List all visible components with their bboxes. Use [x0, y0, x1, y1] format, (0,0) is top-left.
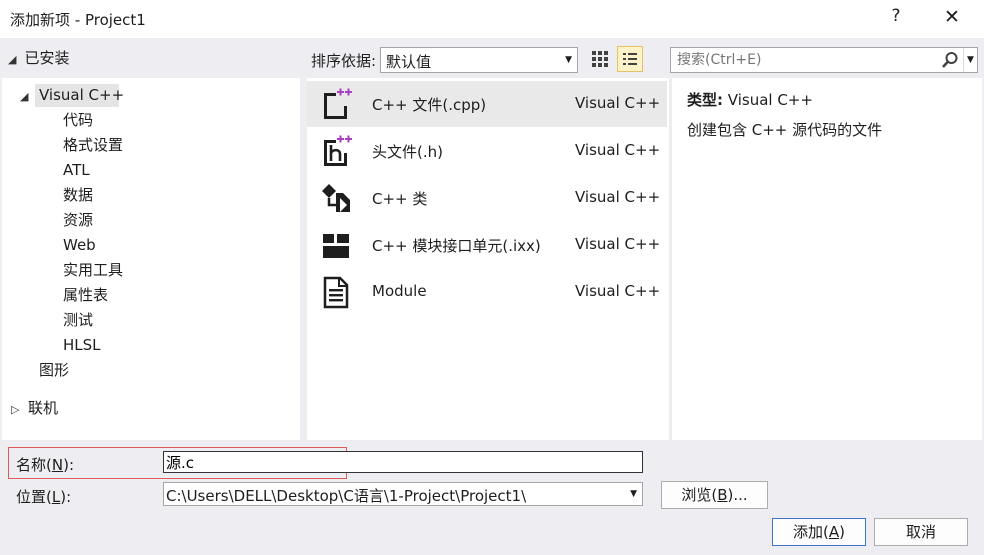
collapsed-arrow-icon[interactable]: ▷: [11, 403, 19, 416]
tree-item-property-sheets[interactable]: 属性表: [63, 284, 108, 307]
help-button[interactable]: ?: [884, 6, 908, 30]
search-box: ▼: [670, 47, 978, 73]
template-item[interactable]: Module Visual C++: [307, 269, 667, 315]
sort-value: 默认值: [386, 53, 432, 71]
sort-label: 排序依据:: [311, 52, 377, 70]
module-interface-icon: [323, 234, 349, 258]
tree-item-data[interactable]: 数据: [63, 184, 93, 207]
cpp-class-icon: [322, 184, 350, 212]
browse-button[interactable]: 浏览(B)...: [661, 481, 768, 509]
installed-label: 已安装: [24, 49, 70, 67]
tree-item-hlsl[interactable]: HLSL: [63, 334, 101, 357]
tree-item-graphics[interactable]: 图形: [39, 359, 69, 382]
template-language: Visual C++: [575, 141, 661, 159]
module-document-icon: [323, 276, 349, 309]
tree-item-web[interactable]: Web: [63, 234, 96, 257]
template-language: Visual C++: [575, 188, 661, 206]
tree-item-test[interactable]: 测试: [63, 309, 93, 332]
grid-view-button[interactable]: [587, 46, 613, 72]
title-bar: 添加新项 - Project1 ? ✕: [0, 0, 984, 38]
template-item[interactable]: C++ 文件(.cpp) Visual C++: [307, 81, 667, 127]
list-view-button[interactable]: [617, 46, 643, 72]
template-item[interactable]: C++ 类 Visual C++: [307, 175, 667, 221]
close-button[interactable]: ✕: [940, 6, 964, 30]
installed-header[interactable]: ◢ 已安装: [8, 47, 69, 68]
template-item[interactable]: C++ 模块接口单元(.ixx) Visual C++: [307, 222, 667, 268]
search-options-chevron-icon[interactable]: ▼: [963, 48, 977, 72]
description-type: 类型: Visual C++: [687, 89, 813, 110]
category-tree-pane: [2, 78, 300, 440]
tree-item-code[interactable]: 代码: [63, 109, 93, 132]
cpp-file-icon: [324, 88, 352, 119]
location-value: C:\Users\DELL\Desktop\C语言\1-Project\Proj…: [166, 487, 527, 505]
template-item[interactable]: 头文件(.h) Visual C++: [307, 128, 667, 174]
search-icon[interactable]: [941, 51, 959, 69]
search-input[interactable]: [671, 48, 941, 72]
name-label: 名称(N):: [16, 456, 74, 474]
expanded-arrow-icon[interactable]: ◢: [20, 90, 28, 103]
type-value: Visual C++: [727, 91, 813, 109]
tree-item-visual-cpp[interactable]: Visual C++: [39, 84, 124, 107]
template-name: C++ 文件(.cpp): [372, 96, 487, 114]
name-input[interactable]: [163, 451, 643, 473]
template-name: 头文件(.h): [372, 143, 443, 161]
tree-item-resource[interactable]: 资源: [63, 209, 93, 232]
tree-item-atl[interactable]: ATL: [63, 159, 90, 182]
list-view-icon: [623, 53, 637, 65]
template-language: Visual C++: [575, 282, 661, 300]
description-text: 创建包含 C++ 源代码的文件: [687, 121, 883, 139]
window-title: 添加新项 - Project1: [10, 11, 146, 29]
template-language: Visual C++: [575, 235, 661, 253]
online-label[interactable]: 联机: [28, 397, 58, 420]
expanded-arrow-icon: ◢: [8, 53, 17, 66]
tree-item-formatting[interactable]: 格式设置: [63, 134, 123, 157]
template-name: Module: [372, 282, 427, 300]
template-name: C++ 类: [372, 190, 428, 208]
tree-item-utility[interactable]: 实用工具: [63, 259, 123, 282]
chevron-down-icon: ▼: [565, 55, 572, 65]
type-label: 类型:: [687, 91, 723, 109]
cancel-button[interactable]: 取消: [874, 518, 968, 546]
header-file-icon: [324, 135, 352, 166]
template-language: Visual C++: [575, 94, 661, 112]
chevron-down-icon: ▼: [630, 489, 637, 499]
location-label: 位置(L):: [16, 488, 72, 506]
sort-dropdown[interactable]: 默认值 ▼: [380, 47, 578, 73]
add-button[interactable]: 添加(A): [772, 518, 866, 546]
location-dropdown[interactable]: C:\Users\DELL\Desktop\C语言\1-Project\Proj…: [163, 482, 643, 506]
grid-view-icon: [592, 51, 608, 67]
template-name: C++ 模块接口单元(.ixx): [372, 237, 541, 255]
